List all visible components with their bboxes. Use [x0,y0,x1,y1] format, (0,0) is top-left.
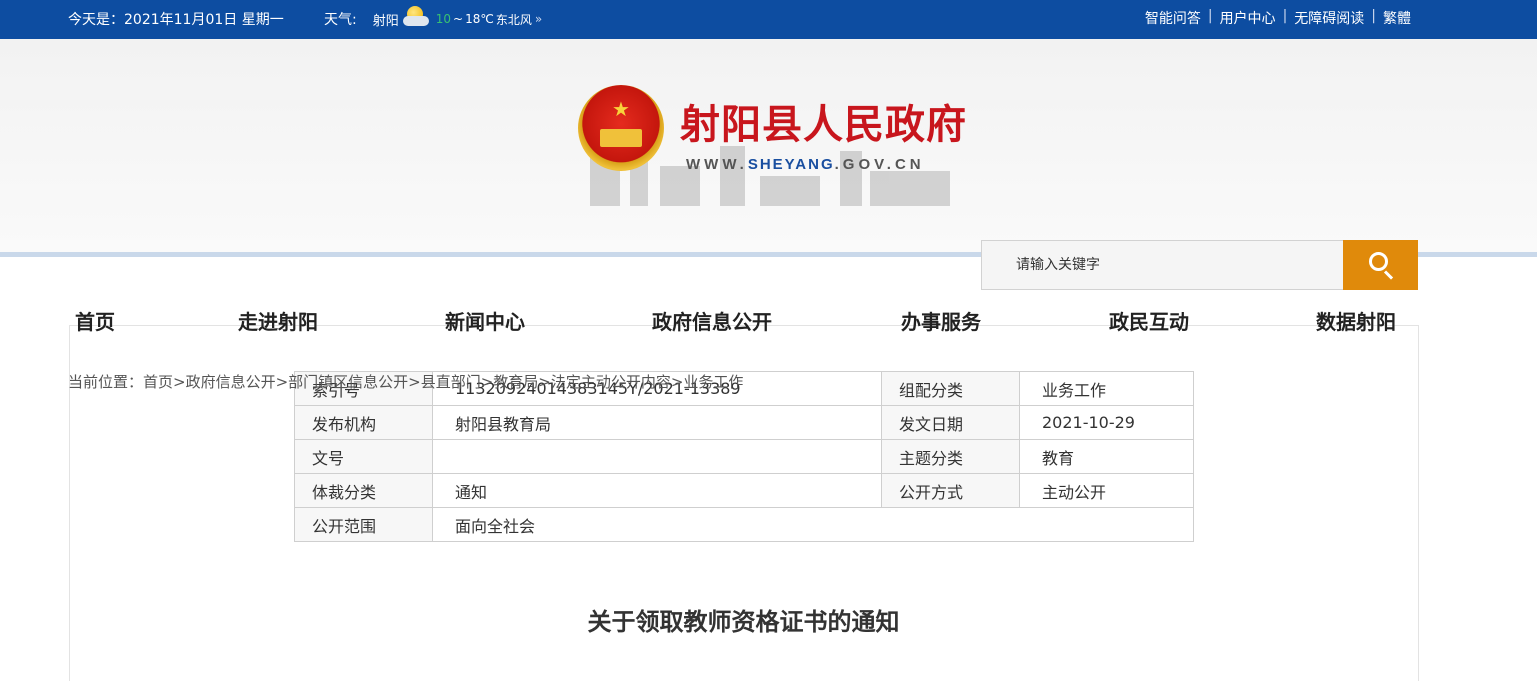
meta-key: 主题分类 [881,439,1020,474]
temp-low: 10 [435,12,452,26]
meta-key: 公开范围 [294,507,433,542]
meta-key: 公开方式 [881,473,1020,508]
nav-gov-info[interactable]: 政府信息公开 [652,306,772,335]
site-title: 射阳县人民政府 [680,102,967,148]
sunny-cloud-icon [401,3,431,29]
national-emblem-logo: ★ [578,85,664,171]
meta-key: 发布机构 [294,405,433,440]
meta-value: 通知 [432,473,882,508]
temp-high: 18℃ [465,12,494,26]
weather-city: 射阳 [372,13,399,29]
table-row: 体裁分类 通知 公开方式 主动公开 [294,473,1194,508]
meta-value: 业务工作 [1019,371,1194,406]
temp-separator: ~ [453,12,464,26]
meta-value: 射阳县教育局 [432,405,882,440]
meta-key: 体裁分类 [294,473,433,508]
divider: | [1371,8,1376,24]
search-icon-handle [1383,270,1394,280]
weather-label: 天气: [324,12,357,28]
weather-widget: 天气: 射阳 10 ~ 18℃ 东北风 » [324,6,542,29]
meta-value: 教育 [1019,439,1194,474]
meta-value: 2021-10-29 [1019,405,1194,440]
nav-home[interactable]: 首页 [75,306,115,335]
wind-direction: 东北风 [495,12,532,27]
meta-value: 面向全社会 [432,507,1194,542]
divider: | [1207,8,1213,24]
breadcrumb[interactable]: 当前位置：首页>政府信息公开>部门镇区信息公开>县直部门>教育局>法定主动公开内… [68,371,743,392]
table-row: 公开范围 面向全社会 [294,507,1194,542]
top-bar: 今天是：2021年11月01日 星期一 天气: 射阳 10 ~ 18℃ 东北风 … [0,0,1537,39]
link-user-center[interactable]: 用户中心 [1220,8,1276,28]
search-icon [1369,252,1388,271]
link-traditional-chinese[interactable]: 繁體 [1383,8,1411,28]
main-nav: 首页 走进射阳 新闻中心 政府信息公开 办事服务 政民互动 数据射阳 [69,306,1409,334]
site-url: WWW.SHEYANG.GOV.CN [686,156,925,173]
article-title: 关于领取教师资格证书的通知 [587,608,900,636]
nav-interaction[interactable]: 政民互动 [1109,306,1189,335]
nav-services[interactable]: 办事服务 [901,306,981,335]
link-accessibility[interactable]: 无障碍阅读 [1294,8,1364,28]
current-date: 今天是：2021年11月01日 星期一 [68,12,284,28]
table-row: 发布机构 射阳县教育局 发文日期 2021-10-29 [294,405,1194,440]
divider: | [1282,8,1288,24]
document-meta-table: 索引号 11320924014383145Y/2021-13389 组配分类 业… [294,371,1194,542]
table-row: 文号 主题分类 教育 [294,439,1194,474]
meta-key: 发文日期 [881,405,1020,440]
url-main: SHEYANG [747,156,835,173]
nav-about-sheyang[interactable]: 走进射阳 [238,306,318,335]
weather-more-icon[interactable]: » [535,12,542,26]
meta-value: 主动公开 [1019,473,1194,508]
url-suffix: .GOV.CN [834,156,925,173]
url-prefix: WWW. [686,156,748,173]
meta-key: 文号 [294,439,433,474]
nav-data-sheyang[interactable]: 数据射阳 [1316,306,1396,335]
meta-key: 组配分类 [881,371,1020,406]
meta-value [432,439,882,474]
search-button[interactable] [1343,240,1418,290]
top-links: 智能问答 | 用户中心 | 无障碍阅读 | 繁體 [1145,8,1411,28]
search-input[interactable]: 请输入关键字 [981,240,1343,290]
link-smart-qa[interactable]: 智能问答 [1145,8,1201,28]
nav-news-center[interactable]: 新闻中心 [445,306,525,335]
